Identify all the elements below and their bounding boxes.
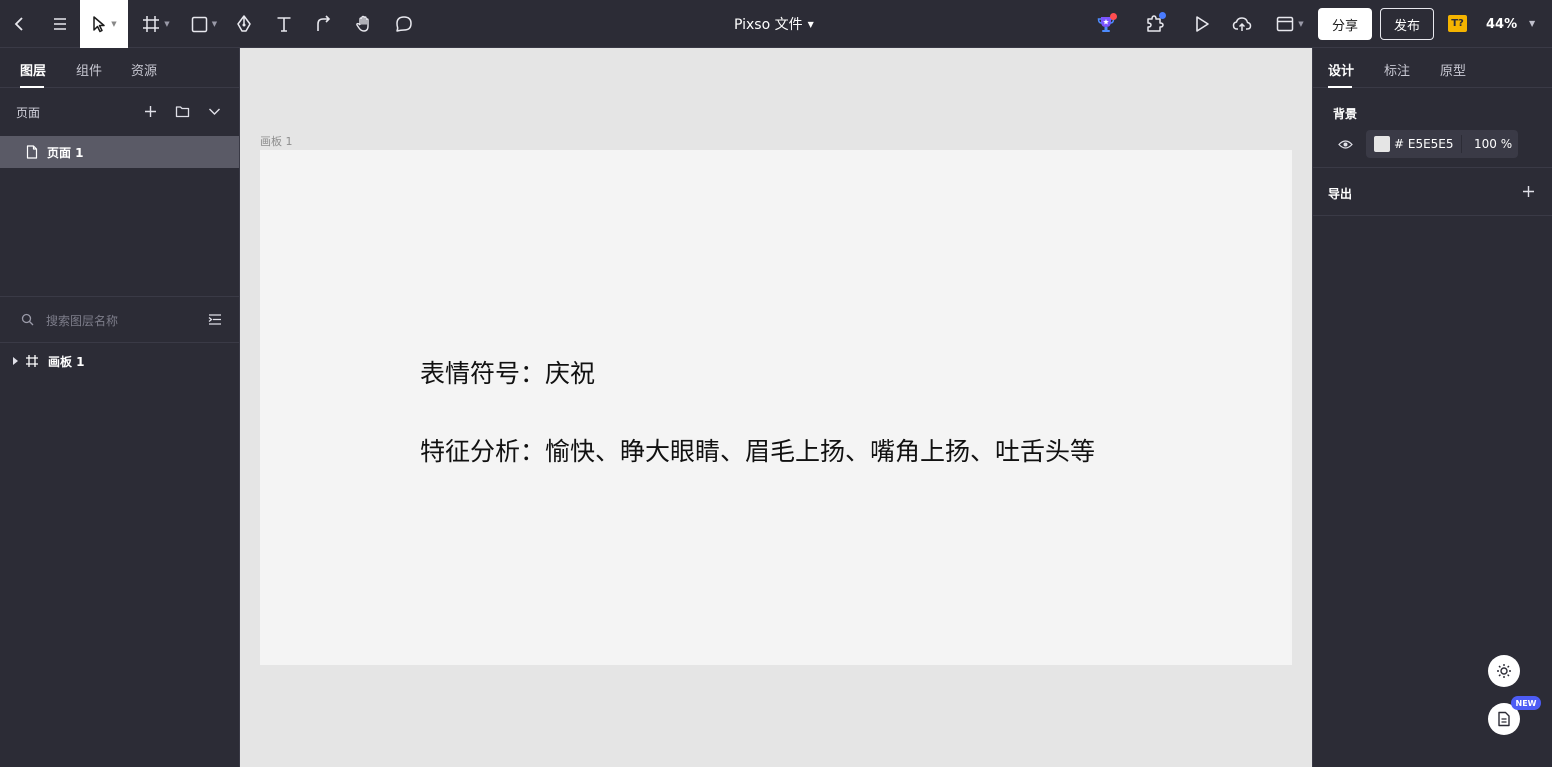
background-opacity-value[interactable]: 100 % <box>1474 137 1512 151</box>
frame-label[interactable]: 画板 1 <box>260 133 293 149</box>
export-section-title: 导出 <box>1328 187 1353 201</box>
left-panel: 图层 组件 资源 页面 页面 1 搜索图层名称 画板 1 <box>0 48 240 767</box>
plugin-badge-button[interactable]: T? <box>1448 15 1467 32</box>
pages-section-title: 页面 <box>16 106 41 120</box>
layer-item[interactable]: 画板 1 <box>0 350 239 372</box>
right-panel: 设计 标注 原型 背景 # E5E5E5 100 % 导出 <box>1312 48 1552 767</box>
play-icon[interactable] <box>1190 0 1214 48</box>
zoom-chevron-down-icon[interactable]: ▼ <box>1529 19 1535 28</box>
plugin-icon[interactable] <box>1140 0 1168 48</box>
top-toolbar: ▼ ▼ ▼ Pixso 文件 ▼ ▼ 分享 发布 T? 44% ▼ <box>0 0 1552 48</box>
divider <box>1313 215 1552 216</box>
rectangle-icon <box>191 16 208 32</box>
chevron-down-icon: ▼ <box>164 20 170 28</box>
add-export-icon[interactable] <box>1522 185 1535 198</box>
frame-tool-button[interactable]: ▼ <box>136 0 176 48</box>
chevron-down-icon: ▼ <box>1298 20 1304 28</box>
page-icon <box>26 145 38 159</box>
collapse-pages-icon[interactable] <box>208 107 221 116</box>
background-section-title: 背景 <box>1333 107 1358 121</box>
move-tool-button[interactable]: ▼ <box>80 0 128 48</box>
eye-icon[interactable] <box>1338 139 1353 150</box>
feature-analysis-text[interactable]: 特征分析：愉快、睁大眼睛、眉毛上扬、嘴角上扬、吐舌头等 <box>420 432 1095 468</box>
back-icon[interactable] <box>4 0 36 48</box>
text-icon[interactable] <box>272 0 296 48</box>
cloud-upload-icon[interactable] <box>1230 0 1254 48</box>
theme-toggle-button[interactable] <box>1488 655 1520 687</box>
add-page-icon[interactable] <box>144 105 157 118</box>
tab-design[interactable]: 设计 <box>1328 60 1354 79</box>
document-icon <box>1498 711 1510 727</box>
artboard-frame[interactable]: 表情符号：庆祝 特征分析：愉快、睁大眼睛、眉毛上扬、嘴角上扬、吐舌头等 <box>260 150 1292 665</box>
comment-icon[interactable] <box>392 0 416 48</box>
tab-assets[interactable]: 资源 <box>131 60 157 79</box>
menu-icon[interactable] <box>44 0 76 48</box>
filter-list-icon[interactable] <box>208 313 222 326</box>
background-color-field[interactable]: # E5E5E5 100 % <box>1366 130 1518 158</box>
frame-icon <box>143 16 160 32</box>
active-tab-underline <box>20 86 44 88</box>
chevron-down-icon: ▼ <box>111 20 117 28</box>
layer-item-label: 画板 1 <box>48 355 85 369</box>
hand-icon[interactable] <box>352 0 376 48</box>
expand-arrow-icon[interactable] <box>13 357 18 365</box>
zoom-level[interactable]: 44% <box>1486 0 1517 48</box>
notification-dot <box>1110 13 1117 20</box>
folder-icon[interactable] <box>175 105 190 118</box>
canvas-area[interactable]: 画板 1 表情符号：庆祝 特征分析：愉快、睁大眼睛、眉毛上扬、嘴角上扬、吐舌头等 <box>240 48 1312 767</box>
connector-icon[interactable] <box>312 0 336 48</box>
active-tab-underline <box>1328 86 1352 88</box>
divider <box>0 296 239 297</box>
layout-toggle-button[interactable]: ▼ <box>1272 0 1308 48</box>
chevron-down-icon: ▼ <box>807 19 814 29</box>
trophy-icon[interactable] <box>1092 0 1120 48</box>
pen-icon[interactable] <box>232 0 256 48</box>
background-hex-value[interactable]: # E5E5E5 <box>1394 137 1454 151</box>
document-title-text: Pixso 文件 <box>734 17 803 33</box>
emoji-title-text[interactable]: 表情符号：庆祝 <box>420 354 595 390</box>
tab-components[interactable]: 组件 <box>76 60 102 79</box>
search-icon <box>21 313 34 326</box>
share-button[interactable]: 分享 <box>1318 8 1372 40</box>
background-color-swatch[interactable] <box>1374 136 1390 152</box>
publish-button[interactable]: 发布 <box>1380 8 1434 40</box>
divider <box>1461 135 1462 153</box>
right-tabs: 设计 标注 原型 <box>1313 48 1552 88</box>
tab-layers[interactable]: 图层 <box>20 60 46 79</box>
document-title[interactable]: Pixso 文件 ▼ <box>734 0 814 48</box>
chevron-down-icon: ▼ <box>211 20 218 28</box>
tab-annotation[interactable]: 标注 <box>1384 60 1410 79</box>
layout-icon <box>1277 16 1294 32</box>
sun-icon <box>1497 664 1511 678</box>
new-badge: NEW <box>1511 696 1541 710</box>
left-tabs: 图层 组件 资源 <box>0 48 240 88</box>
layer-search-input[interactable]: 搜索图层名称 <box>46 312 118 329</box>
page-item-label: 页面 1 <box>47 145 84 160</box>
divider <box>0 342 239 343</box>
tab-prototype[interactable]: 原型 <box>1440 60 1466 79</box>
shape-tool-button[interactable]: ▼ <box>184 0 224 48</box>
page-item[interactable]: 页面 1 <box>0 136 239 168</box>
frame-icon <box>26 355 38 367</box>
cursor-icon <box>93 16 106 33</box>
update-dot <box>1159 12 1166 19</box>
divider <box>1313 167 1552 168</box>
